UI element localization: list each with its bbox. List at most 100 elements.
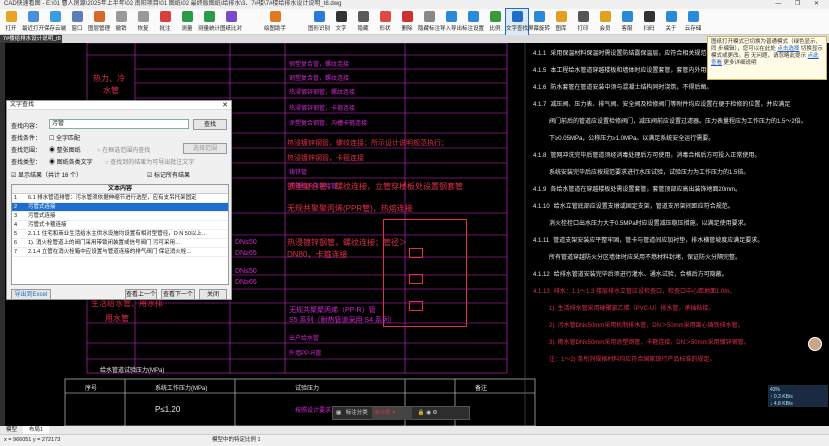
toolbar-button[interactable]: 标注设置 [462, 9, 484, 35]
select-range-button[interactable]: 选择范围 [183, 143, 227, 154]
type-all-label: 图纸各类文字 [56, 160, 93, 166]
toolbar-button[interactable]: 扫码 [638, 9, 660, 35]
result-row[interactable]: 6 1). 消火栓管道上的阀门采用带锁闭装置或信号阀门 污可采用… [12, 239, 228, 248]
toolbar-button[interactable]: 客服 [616, 9, 638, 35]
toolbar-button[interactable]: 恢复 [132, 9, 154, 35]
mark-all-checkbox[interactable]: ☑ 标记所有结果 [147, 170, 190, 179]
toolbar-button[interactable]: 批注 [154, 9, 176, 35]
toolbar-button-label: 图纸比对 [220, 26, 243, 32]
hide-icon [357, 11, 369, 22]
toolbar-button-label: 最近打开 [22, 26, 45, 32]
annotation-category-value: 未分类 [374, 410, 391, 416]
spec-text: 1). 生活排水管采用硬聚氯乙烯（PVC-U）排水管，承插粘接。 [549, 306, 715, 312]
next-button[interactable]: 查看下一个 [161, 289, 195, 300]
grid-icon[interactable]: ▦ [333, 410, 344, 416]
result-index: 2 [14, 204, 18, 210]
export-excel-button[interactable]: 导出到Excel [11, 289, 51, 300]
spec-paragraph: 4.1.10 给水立管底部应设置支墩或固定支架，管道支吊架间距应符合规范。 [533, 201, 734, 210]
tooltip-text: 步编辑），您可以在此处 [718, 46, 776, 52]
tab-model[interactable]: 模型 [0, 426, 23, 434]
toolbar-button[interactable]: 撤销 [110, 9, 132, 35]
cad-text: 铸铁管 [289, 170, 308, 176]
scope-select-radio[interactable]: ○ 在框选范围内查找 [97, 145, 150, 154]
toolbar-button[interactable]: 隐藏 [352, 9, 374, 35]
redo-icon [137, 11, 149, 22]
search-input[interactable]: 污管 [49, 119, 189, 129]
document-tab[interactable]: 7#楼给排水设计说明_t8 [0, 35, 62, 43]
toolbar-button[interactable]: 窗口 [66, 9, 88, 35]
toolbar-button-label: 形状 [379, 26, 391, 32]
toolbar-button[interactable]: 形状 [374, 9, 396, 35]
toolbar-button[interactable]: 云存储 [682, 9, 704, 35]
result-text: 污管式卡箍连接 [28, 222, 67, 228]
toolbar-button[interactable]: 文字查找 [505, 8, 529, 36]
result-index: 5 [14, 231, 18, 237]
window-controls[interactable]: — ❐ ✕ [775, 0, 825, 9]
tooltip-link[interactable]: 点击选择 [777, 46, 799, 52]
settings-icon[interactable]: ⚙ [433, 410, 438, 416]
spec-number: 4.1.10 [533, 204, 550, 210]
toolbar-button[interactable]: 测量 [176, 9, 198, 35]
result-row[interactable]: 5 2.1.1 住宅和商业生活给水主供水设施均设置有相对型管径，D N 50以上… [12, 230, 228, 239]
tab-layout1[interactable]: 布局1 [23, 426, 50, 434]
scope-all-label: 整张图纸 [56, 148, 81, 154]
network-monitor: 43% ↑ 0.3 KB/s ↓ 4.8 KB/s [768, 385, 828, 407]
type-mark-radio[interactable]: ○ 查找到的结果为可导出批注文字 [105, 157, 194, 166]
cloud-icon [687, 11, 699, 22]
whole-match-checkbox[interactable]: ☐ 全字匹配 [49, 133, 80, 142]
close-icon[interactable]: ✕ [222, 101, 228, 110]
toolbar-button[interactable]: 图形识别 [308, 9, 330, 35]
toolbar-button-label: 测量统计 [198, 26, 221, 32]
result-row[interactable]: 3 污管式连接 [12, 212, 228, 221]
close-button[interactable]: 关闭 [199, 289, 227, 300]
search-highlight-box [383, 219, 467, 327]
toolbar-button[interactable]: 会员 [594, 9, 616, 35]
result-row[interactable]: 1 6.1 排水管道排管：污水管须依据伸缩节进行选型，应有支吊托架固定 [12, 194, 228, 203]
toolbar-button[interactable]: 打印 [572, 9, 594, 35]
avatar[interactable] [808, 337, 822, 351]
result-index: 7 [14, 249, 18, 255]
result-row[interactable]: 7 2.1.4 立管在消火栓箱中应设置与管道连接的排气阀门 保证消火栓… [12, 248, 228, 257]
annotation-category-select[interactable]: 未分类 ▾ [372, 407, 413, 420]
toolbar-button[interactable]: 关于 [660, 9, 682, 35]
toolbar-button[interactable]: 导入导出 [440, 9, 462, 35]
type-all-radio[interactable]: ◉ 图纸各类文字 [49, 157, 93, 166]
previous-button[interactable]: 查看上一个 [125, 289, 157, 300]
result-row[interactable]: 2 污管式连接 [12, 203, 228, 212]
toolbar-button[interactable]: 保存云端 [44, 9, 66, 35]
toolbar-button[interactable]: 删除 [396, 9, 418, 35]
toolbar-button[interactable]: 测量统计 [198, 9, 220, 35]
result-text: 污管式连接 [28, 204, 56, 210]
toolbar-button[interactable]: 文字 [330, 9, 352, 35]
toolbar-button-label: 删除 [401, 26, 413, 32]
lock-icon[interactable]: 🔒 [414, 410, 425, 416]
eye-icon[interactable]: ◉ [426, 410, 431, 416]
scope-all-radio[interactable]: ◉ 整张图纸 [49, 145, 81, 154]
toolbar-button[interactable]: 绘图助手 [264, 9, 286, 35]
toolbar-button[interactable]: 隐藏标注 [418, 9, 440, 35]
result-text: 2.1.4 立管在消火栓箱中应设置与管道连接的排气阀门 保证消火栓… [28, 249, 192, 255]
toolbar-button-label: 隐藏标注 [418, 26, 441, 32]
toolbar-spacer [242, 9, 264, 35]
spec-text: 给水立管底部应设置支墩或固定支架，管道支吊架间距应符合规范。 [553, 204, 734, 210]
toolbar-button[interactable]: 屏幕旋转 [528, 9, 550, 35]
search-button[interactable]: 查找 [193, 119, 227, 130]
result-row[interactable]: 4 污管式卡箍连接 [12, 221, 228, 230]
dialog-titlebar[interactable]: 文字查找 ✕ [7, 101, 231, 110]
annotation-float-bar: ▦ 标注分类 未分类 ▾ 🔒 ◉ ⚙ [332, 406, 470, 420]
toolbar-button[interactable]: 图库 [550, 9, 572, 35]
show-results-checkbox[interactable]: ☑ 显示结果（共计 16 个） [11, 170, 82, 179]
toolbar-button[interactable]: 最近打开 [22, 9, 44, 35]
results-list[interactable]: 文本内容 1 6.1 排水管道排管：污水管须依据伸缩节进行选型，应有支吊托架固定 2… [11, 184, 229, 285]
text-icon [335, 11, 347, 22]
open-folder-icon [5, 11, 17, 22]
annotation-category-label: 标注分类 [345, 410, 368, 416]
window-title: CAD快速看图 - E:\01 曹人房源\2025年上半年\02 南阳项目\01… [4, 1, 342, 7]
toolbar-button[interactable]: 比例 [484, 9, 506, 35]
cad-text: 涂塑复合钢管、沟槽卡箍连接 [289, 121, 368, 127]
toolbar-button[interactable]: 打开 [0, 9, 22, 35]
toolbar-button[interactable]: 图层管理 [88, 9, 110, 35]
toolbar-button[interactable]: 图纸比对 [220, 9, 242, 35]
condition-label: 查找条件： [11, 136, 42, 142]
vip-icon [599, 11, 611, 22]
